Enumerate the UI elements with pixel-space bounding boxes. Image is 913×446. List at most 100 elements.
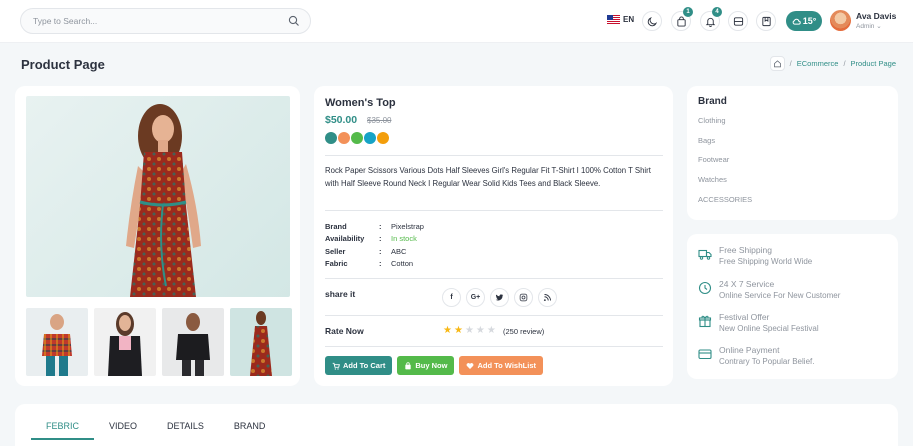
user-role[interactable]: Admin ⌄ <box>856 22 882 30</box>
star-icon[interactable]: ★ <box>443 325 452 336</box>
spec-row: Fabric: Cotton <box>325 258 424 271</box>
thumbnail-image[interactable] <box>230 308 292 376</box>
brand-item[interactable]: Bags <box>698 136 752 156</box>
instagram-icon[interactable] <box>514 288 533 307</box>
service-title: 24 X 7 Service <box>719 279 775 289</box>
service-title: Festival Offer <box>719 312 770 322</box>
bell-icon <box>705 17 715 27</box>
product-description: Rock Paper Scissors Various Dots Half Sl… <box>325 166 651 188</box>
breadcrumb-separator: / <box>789 59 792 68</box>
search-placeholder: Type to Search... <box>33 16 98 26</box>
spec-key: Fabric <box>325 259 348 269</box>
spec-row: Availability: In stock <box>325 233 424 246</box>
layout-button[interactable] <box>728 11 748 31</box>
spec-value: Pixelstrap <box>391 221 424 231</box>
service-subtitle: New Online Special Festival <box>719 324 819 333</box>
color-swatch[interactable] <box>364 132 376 144</box>
color-swatch[interactable] <box>351 132 363 144</box>
user-name[interactable]: Ava Davis <box>856 11 896 21</box>
wishlist-label: Add To WishList <box>477 361 536 370</box>
layout-icon <box>733 16 743 26</box>
top-header: Type to Search... EN 1 4 15° Ava Davis A… <box>0 0 913 43</box>
cart-icon <box>332 362 340 370</box>
review-count: (250 review) <box>503 327 545 336</box>
color-swatch[interactable] <box>325 132 337 144</box>
product-gallery <box>15 86 300 386</box>
rss-icon[interactable] <box>538 288 557 307</box>
page-title: Product Page <box>21 57 105 72</box>
chevron-down-icon: ⌄ <box>876 23 882 30</box>
main-product-image[interactable] <box>26 96 290 297</box>
brand-item[interactable]: ACCESSORIES <box>698 195 752 215</box>
tab-fabric[interactable]: FEBRIC <box>31 421 95 440</box>
spec-key: Seller <box>325 246 346 256</box>
spec-key: Availability <box>325 234 365 244</box>
service-subtitle: Online Service For New Customer <box>719 291 841 300</box>
product-details: Women's Top $50.00 $35.00 Rock Paper Sci… <box>314 86 673 386</box>
breadcrumb-ecommerce[interactable]: ECommerce <box>797 59 839 68</box>
product-name: Women's Top <box>325 97 396 109</box>
spec-row: Seller: ABC <box>325 245 424 258</box>
cart-button[interactable]: 1 <box>671 7 693 31</box>
spec-separator: : <box>379 221 382 231</box>
us-flag-icon <box>607 15 620 24</box>
star-icon[interactable]: ★ <box>454 325 463 336</box>
language-label: EN <box>623 15 635 24</box>
product-tabs: FEBRIC VIDEO DETAILS BRAND <box>15 404 898 446</box>
search-icon[interactable] <box>288 15 300 27</box>
moon-icon <box>647 16 657 26</box>
thumbnail-image[interactable] <box>162 308 224 376</box>
avatar[interactable] <box>830 10 851 31</box>
language-selector[interactable]: EN <box>607 15 634 24</box>
spec-separator: : <box>379 246 382 256</box>
star-icon[interactable]: ★ <box>465 325 474 336</box>
cloud-icon <box>792 18 801 25</box>
credit-card-icon <box>698 349 712 360</box>
cart-count-badge: 1 <box>683 7 693 17</box>
bookmark-button[interactable] <box>756 11 776 31</box>
breadcrumb-current: Product Page <box>850 59 896 68</box>
color-swatch[interactable] <box>338 132 350 144</box>
brand-item[interactable]: Watches <box>698 175 752 195</box>
divider <box>325 210 663 211</box>
spec-separator: : <box>379 234 382 244</box>
notifications-button[interactable]: 4 <box>700 7 722 31</box>
color-swatch[interactable] <box>377 132 389 144</box>
add-to-wishlist-button[interactable]: Add To WishList <box>459 356 543 375</box>
add-to-cart-button[interactable]: Add To Cart <box>325 356 393 375</box>
star-icon[interactable]: ★ <box>476 325 485 336</box>
product-old-price: $35.00 <box>367 116 392 125</box>
facebook-icon[interactable]: f <box>442 288 461 307</box>
social-share: f G+ <box>442 288 557 307</box>
brand-item[interactable]: Footwear <box>698 155 752 175</box>
truck-icon <box>698 249 712 260</box>
tab-details[interactable]: DETAILS <box>152 421 219 439</box>
breadcrumb: / ECommerce / Product Page <box>769 56 896 71</box>
thumbnail-image[interactable] <box>94 308 156 376</box>
breadcrumb-separator: / <box>843 59 846 68</box>
google-plus-icon[interactable]: G+ <box>466 288 485 307</box>
divider <box>325 155 663 156</box>
weather-widget[interactable]: 15° <box>786 11 822 31</box>
buy-now-button[interactable]: Buy Now <box>397 356 455 375</box>
search-input[interactable]: Type to Search... <box>20 8 311 34</box>
gift-icon <box>698 315 712 328</box>
star-rating[interactable]: ★ ★ ★ ★ ★ <box>443 325 496 336</box>
divider <box>325 346 663 347</box>
spec-key: Brand <box>325 221 347 231</box>
thumbnail-image[interactable] <box>26 308 88 376</box>
tab-bar: FEBRIC VIDEO DETAILS BRAND <box>31 421 280 440</box>
brand-item[interactable]: Clothing <box>698 116 752 136</box>
service-item: Online Payment Contrary To Popular Belief… <box>698 345 814 366</box>
home-icon[interactable] <box>769 56 785 71</box>
spec-row: Brand: Pixelstrap <box>325 220 424 233</box>
color-swatches <box>325 132 389 144</box>
heart-icon <box>467 362 474 369</box>
tab-brand[interactable]: BRAND <box>219 421 281 439</box>
star-icon[interactable]: ★ <box>487 325 496 336</box>
service-title: Online Payment <box>719 345 780 355</box>
twitter-icon[interactable] <box>490 288 509 307</box>
dark-mode-button[interactable] <box>642 11 662 31</box>
tab-video[interactable]: VIDEO <box>94 421 152 439</box>
service-subtitle: Free Shipping World Wide <box>719 257 813 266</box>
